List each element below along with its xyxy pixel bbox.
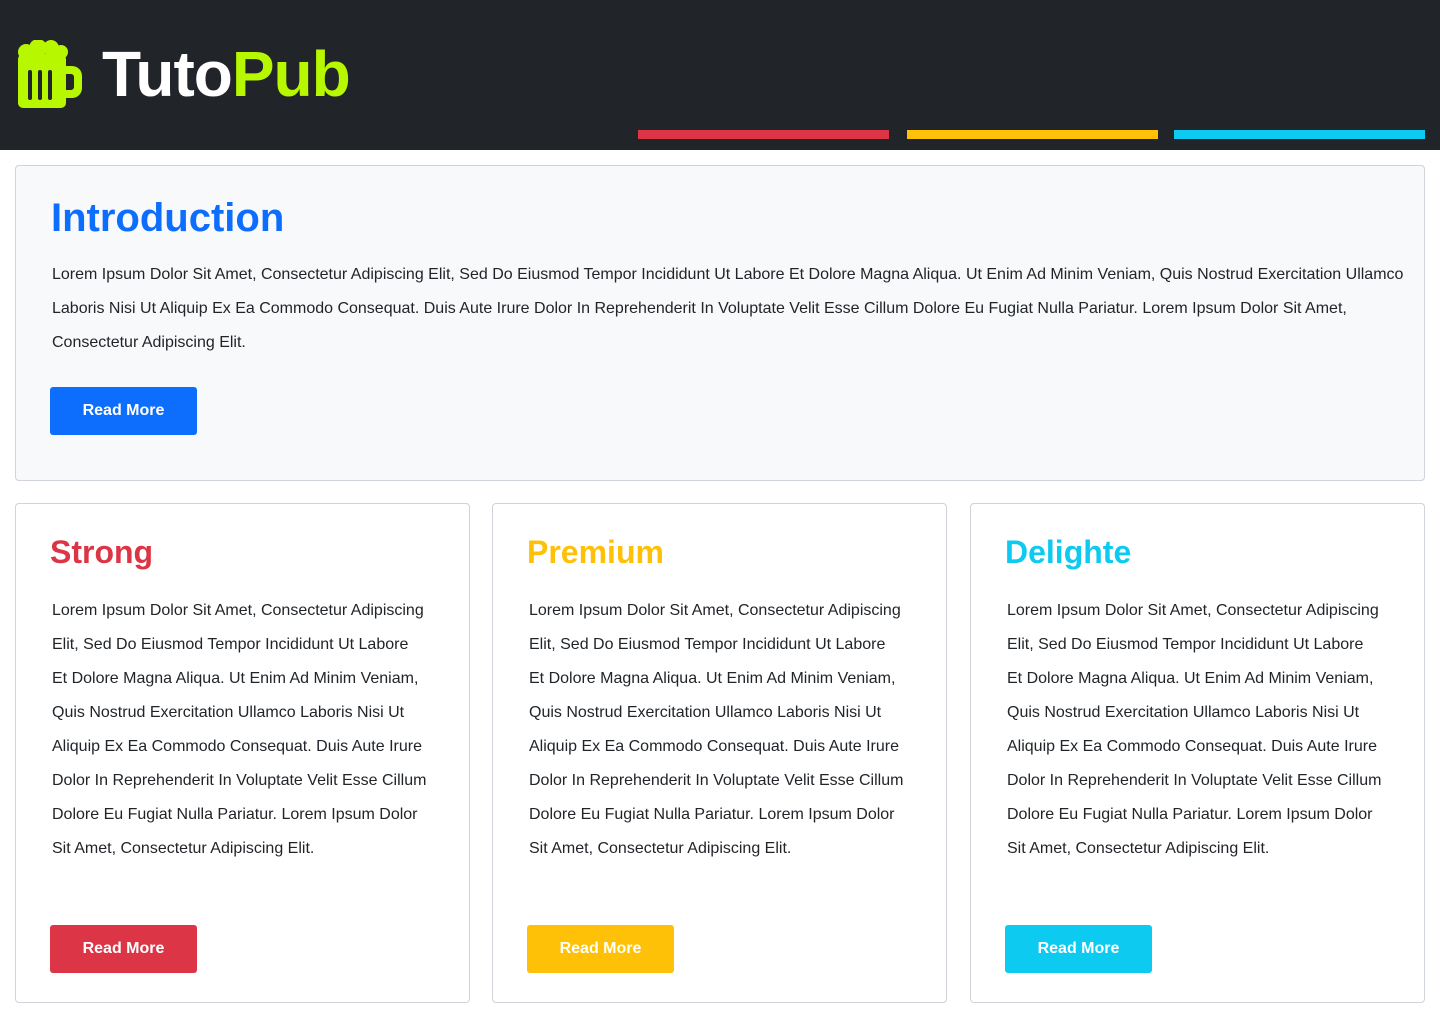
card-strong: Strong Lorem Ipsum Dolor Sit Amet, Conse…: [15, 503, 470, 1003]
brand-part-tuto: Tuto: [102, 38, 233, 110]
card-delighte: Delighte Lorem Ipsum Dolor Sit Amet, Con…: [970, 503, 1425, 1003]
card-premium: Premium Lorem Ipsum Dolor Sit Amet, Cons…: [492, 503, 947, 1003]
accent-stripe-red: [638, 130, 889, 139]
card-text: Lorem Ipsum Dolor Sit Amet, Consectetur …: [529, 602, 904, 857]
brand-part-pub: Pub: [231, 38, 351, 110]
intro-read-more-button[interactable]: Read More: [50, 387, 197, 435]
delighte-read-more-button[interactable]: Read More: [1005, 925, 1152, 973]
accent-stripe-cyan: [1174, 130, 1425, 139]
card-title: Premium: [527, 534, 664, 570]
card-text: Lorem Ipsum Dolor Sit Amet, Consectetur …: [52, 602, 427, 857]
intro-title: Introduction: [51, 196, 285, 240]
intro-panel: Introduction Lorem Ipsum Dolor Sit Amet,…: [15, 165, 1425, 481]
card-title: Delighte: [1005, 534, 1132, 570]
card-text: Lorem Ipsum Dolor Sit Amet, Consectetur …: [1007, 602, 1382, 857]
beer-mug-icon[interactable]: [14, 39, 84, 110]
brand-logo-text[interactable]: TutoPub: [102, 36, 351, 112]
intro-text: Lorem Ipsum Dolor Sit Amet, Consectetur …: [52, 266, 1404, 351]
premium-read-more-button[interactable]: Read More: [527, 925, 674, 973]
card-title: Strong: [50, 534, 154, 570]
accent-stripe-yellow: [907, 130, 1158, 139]
strong-read-more-button[interactable]: Read More: [50, 925, 197, 973]
site-header: TutoPub: [0, 0, 1440, 150]
